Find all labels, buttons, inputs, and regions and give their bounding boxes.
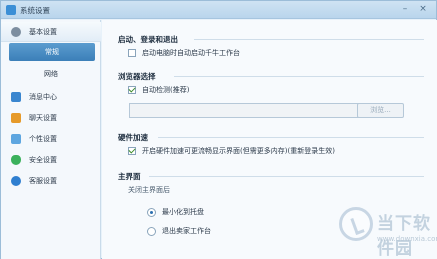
watermark-url: www.downxia.com — [377, 235, 437, 243]
sidebar-item-profile-settings[interactable]: 个性设置 — [1, 129, 101, 149]
exit-workbench-label: 退出卖家工作台 — [162, 227, 211, 235]
sidebar-item-security-settings[interactable]: 安全设置 — [1, 150, 101, 170]
auto-detect-option[interactable]: 自动检测(推荐) — [128, 85, 189, 95]
auto-detect-checkbox[interactable] — [128, 86, 136, 94]
sidebar-item-label: 聊天设置 — [29, 114, 57, 122]
sidebar-item-network[interactable]: 网络 — [1, 64, 101, 84]
sidebar-item-label: 网络 — [44, 70, 58, 78]
sidebar-item-label: 安全设置 — [29, 156, 57, 164]
app-logo-icon — [6, 5, 16, 15]
sidebar-item-label: 常规 — [45, 48, 59, 56]
message-icon — [11, 92, 21, 102]
hardware-accel-label: 开启硬件加速可更流畅显示界面(但需更多内存)(重新登录生效) — [142, 147, 335, 155]
startup-section-title: 启动、登录和退出 — [118, 35, 178, 44]
close-icon[interactable]: × — [416, 3, 430, 15]
watermark: 当下软件园 www.downxia.com — [339, 207, 437, 259]
exit-workbench-option[interactable]: 退出卖家工作台 — [147, 226, 211, 236]
auto-start-option[interactable]: 启动电脑时自动启动千牛工作台 — [128, 48, 240, 58]
minimize-to-tray-label: 最小化到托盘 — [162, 208, 204, 216]
sidebar-item-general[interactable]: 常规 — [9, 43, 95, 61]
browse-button[interactable]: 浏览... — [357, 103, 404, 118]
sidebar: 基本设置 常规 网络 消息中心 聊天设置 个性设置 安全设置 客服设置 — [1, 20, 101, 259]
settings-window: 系统设置 – × 基本设置 常规 网络 消息中心 聊天设置 个性设置 安全设置 — [0, 0, 437, 259]
watermark-name: 当下软件园 — [377, 214, 431, 259]
auto-start-checkbox[interactable] — [128, 49, 136, 57]
window-title: 系统设置 — [20, 6, 50, 15]
minimize-to-tray-radio[interactable] — [147, 207, 156, 217]
sidebar-item-label: 基本设置 — [29, 27, 57, 36]
watermark-logo-icon — [339, 207, 373, 241]
minimize-to-tray-option[interactable]: 最小化到托盘 — [147, 207, 204, 217]
chat-icon — [11, 113, 21, 123]
browser-select[interactable]: ▼ — [129, 103, 379, 118]
title-bar[interactable]: 系统设置 – × — [1, 1, 436, 19]
sidebar-item-label: 个性设置 — [29, 135, 57, 143]
hardware-accel-checkbox[interactable] — [128, 147, 136, 155]
hardware-accel-option[interactable]: 开启硬件加速可更流畅显示界面(但需更多内存)(重新登录生效) — [128, 146, 335, 156]
exit-workbench-radio[interactable] — [147, 226, 156, 236]
sidebar-item-label: 客服设置 — [29, 177, 57, 185]
auto-detect-label: 自动检测(推荐) — [142, 86, 190, 94]
section-divider — [158, 137, 424, 138]
sidebar-item-message-center[interactable]: 消息中心 — [1, 87, 101, 107]
section-divider — [149, 176, 424, 177]
auto-start-label: 启动电脑时自动启动千牛工作台 — [142, 49, 240, 57]
minimize-icon[interactable]: – — [398, 3, 412, 15]
profile-icon — [11, 134, 21, 144]
sidebar-item-customer-service[interactable]: 客服设置 — [1, 171, 101, 191]
close-behavior-label: 关闭主界面后 — [128, 186, 170, 194]
shield-icon — [11, 155, 21, 165]
main-panel-section-title: 主界面 — [118, 172, 141, 181]
sidebar-item-label: 消息中心 — [29, 93, 57, 101]
sidebar-item-basic-settings[interactable]: 基本设置 — [1, 22, 101, 42]
settings-icon — [11, 26, 21, 37]
browser-section-title: 浏览器选择 — [118, 72, 156, 81]
section-divider — [174, 76, 424, 77]
hardware-section-title: 硬件加速 — [118, 133, 148, 142]
sidebar-item-chat-settings[interactable]: 聊天设置 — [1, 108, 101, 128]
section-divider — [194, 39, 424, 40]
customer-service-icon — [11, 176, 21, 186]
